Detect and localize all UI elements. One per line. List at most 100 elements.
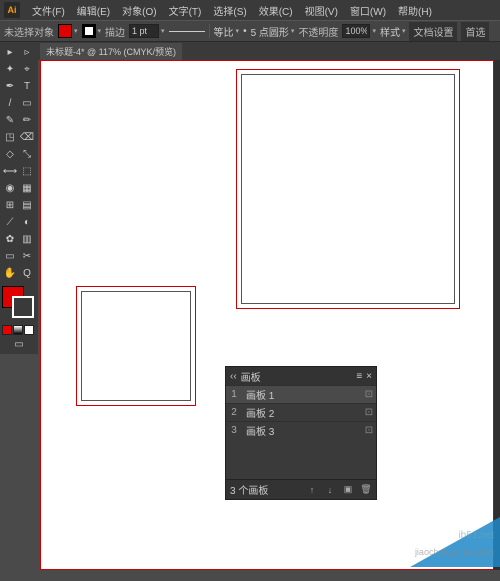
- separator: [209, 24, 210, 38]
- fill-color-icon: [58, 24, 72, 38]
- chevron-down-icon: ▾: [236, 27, 240, 35]
- doc-setup-button[interactable]: 文档设置: [409, 22, 457, 41]
- menu-window[interactable]: 窗口(W): [344, 3, 392, 18]
- stroke-weight-field[interactable]: [129, 24, 159, 38]
- menu-object[interactable]: 对象(O): [116, 3, 162, 18]
- no-selection-label: 未选择对象: [4, 24, 54, 39]
- width-tool[interactable]: ⟷: [2, 163, 18, 179]
- artboard-1[interactable]: [236, 69, 460, 309]
- perspective-tool[interactable]: ▦: [19, 180, 35, 196]
- artboard-options-icon[interactable]: ⊡: [362, 389, 376, 400]
- panel-footer: 3 个画板 ↑ ↓ ▣ 🗑: [226, 479, 376, 499]
- artboard-name: 画板 2: [242, 405, 362, 420]
- slice-tool[interactable]: ✂: [19, 248, 35, 264]
- vertical-scrollbar[interactable]: [494, 60, 500, 570]
- free-transform-tool[interactable]: ⬚: [19, 163, 35, 179]
- artboard-index: 2: [226, 407, 242, 418]
- document-tab[interactable]: 未标题-4* @ 117% (CMYK/预览): [40, 43, 182, 60]
- panel-title: 画板: [241, 369, 261, 384]
- chevron-down-icon: ▾: [372, 27, 376, 35]
- style-dropdown[interactable]: 样式▾: [380, 24, 406, 39]
- app-logo: Ai: [4, 2, 20, 18]
- dot-icon: •: [243, 26, 247, 37]
- menu-select[interactable]: 选择(S): [207, 3, 252, 18]
- document-tab-bar: 未标题-4* @ 117% (CMYK/预览): [0, 42, 500, 60]
- eraser-tool[interactable]: ⌫: [19, 129, 35, 145]
- chevron-down-icon: ▾: [74, 27, 78, 35]
- move-down-icon[interactable]: ↓: [324, 484, 336, 496]
- menu-effect[interactable]: 效果(C): [253, 3, 299, 18]
- menu-edit[interactable]: 编辑(E): [71, 3, 116, 18]
- screen-mode-tool[interactable]: ▭: [2, 336, 36, 352]
- stroke-preview-icon[interactable]: [169, 31, 205, 32]
- menu-help[interactable]: 帮助(H): [392, 3, 438, 18]
- menu-bar: Ai 文件(F) 编辑(E) 对象(O) 文字(T) 选择(S) 效果(C) 视…: [0, 0, 500, 20]
- corner-dropdown[interactable]: 5 点圆形▾: [251, 24, 295, 39]
- artboard-2[interactable]: [76, 286, 196, 406]
- artboard-row[interactable]: 2 画板 2 ⊡: [226, 403, 376, 421]
- shape-builder-tool[interactable]: ◉: [2, 180, 18, 196]
- fill-stroke-swatch[interactable]: [2, 286, 36, 322]
- artboard-row[interactable]: 3 画板 3 ⊡: [226, 421, 376, 439]
- color-mode-color[interactable]: [2, 325, 12, 335]
- graph-tool[interactable]: ▥: [19, 231, 35, 247]
- delete-artboard-icon[interactable]: 🗑: [360, 484, 372, 496]
- direct-selection-tool[interactable]: ▹: [19, 44, 35, 60]
- rectangle-tool[interactable]: ▭: [19, 95, 35, 111]
- panel-header[interactable]: ‹‹ 画板 ≡ ×: [226, 367, 376, 385]
- pen-tool[interactable]: ✒: [2, 78, 18, 94]
- opacity-label: 不透明度: [298, 24, 338, 39]
- magic-wand-tool[interactable]: ✦: [2, 61, 18, 77]
- pencil-tool[interactable]: ✏: [19, 112, 35, 128]
- artboard-tool[interactable]: ▭: [2, 248, 18, 264]
- artboard-options-icon[interactable]: ⊡: [362, 425, 376, 436]
- artboard-name: 画板 1: [242, 387, 362, 402]
- symbol-sprayer-tool[interactable]: ✿: [2, 231, 18, 247]
- menu-view[interactable]: 视图(V): [299, 3, 344, 18]
- panel-collapse-icon[interactable]: ‹‹: [230, 371, 237, 382]
- paintbrush-tool[interactable]: ✎: [2, 112, 18, 128]
- chevron-down-icon: ▾: [98, 27, 102, 35]
- opacity-input[interactable]: ▾: [342, 24, 376, 38]
- artboard-count: 3 个画板: [230, 482, 268, 497]
- color-mode-gradient[interactable]: [13, 325, 23, 335]
- stroke-swatch[interactable]: ▾: [82, 24, 102, 38]
- artboard-index: 1: [226, 389, 242, 400]
- fill-swatch[interactable]: ▾: [58, 24, 78, 38]
- hand-tool[interactable]: ✋: [2, 265, 18, 281]
- color-mode-none[interactable]: [24, 325, 34, 335]
- eyedropper-tool[interactable]: ⟋: [2, 214, 18, 230]
- color-mode-row: [2, 325, 36, 335]
- opacity-field[interactable]: [342, 24, 370, 38]
- scale-tool[interactable]: ⤡: [19, 146, 35, 162]
- artboard-index: 3: [226, 425, 242, 436]
- artboard-options-icon[interactable]: ⊡: [362, 407, 376, 418]
- artboards-panel: ‹‹ 画板 ≡ × 1 画板 1 ⊡ 2 画板 2 ⊡ 3 画板 3 ⊡ 3 个…: [225, 366, 377, 500]
- menu-file[interactable]: 文件(F): [26, 3, 71, 18]
- mesh-tool[interactable]: ⊞: [2, 197, 18, 213]
- panel-menu-icon[interactable]: ≡: [356, 371, 362, 382]
- scale-dropdown[interactable]: 等比▾: [214, 24, 240, 39]
- type-tool[interactable]: T: [19, 78, 35, 94]
- blob-brush-tool[interactable]: ◳: [2, 129, 18, 145]
- new-artboard-icon[interactable]: ▣: [342, 484, 354, 496]
- rectangle-shape[interactable]: [81, 291, 191, 401]
- stroke-weight-input[interactable]: ▾: [129, 24, 165, 38]
- chevron-down-icon: ▾: [402, 27, 406, 35]
- blend-tool[interactable]: ◐: [19, 214, 35, 230]
- rectangle-shape[interactable]: [241, 74, 455, 304]
- selection-tool[interactable]: ▸: [2, 44, 18, 60]
- prefs-button[interactable]: 首选: [461, 22, 489, 41]
- move-up-icon[interactable]: ↑: [306, 484, 318, 496]
- rotate-tool[interactable]: ◇: [2, 146, 18, 162]
- canvas-area[interactable]: [40, 60, 500, 581]
- lasso-tool[interactable]: ⌖: [19, 61, 35, 77]
- line-tool[interactable]: /: [2, 95, 18, 111]
- panel-close-icon[interactable]: ×: [366, 371, 372, 382]
- stroke-color-icon: [82, 24, 96, 38]
- zoom-tool[interactable]: Q: [19, 265, 35, 281]
- artboard-row[interactable]: 1 画板 1 ⊡: [226, 385, 376, 403]
- gradient-tool[interactable]: ▤: [19, 197, 35, 213]
- menu-type[interactable]: 文字(T): [163, 3, 208, 18]
- control-bar: 未选择对象 ▾ ▾ 描边 ▾ 等比▾ • 5 点圆形▾ 不透明度 ▾ 样式▾ 文…: [0, 20, 500, 42]
